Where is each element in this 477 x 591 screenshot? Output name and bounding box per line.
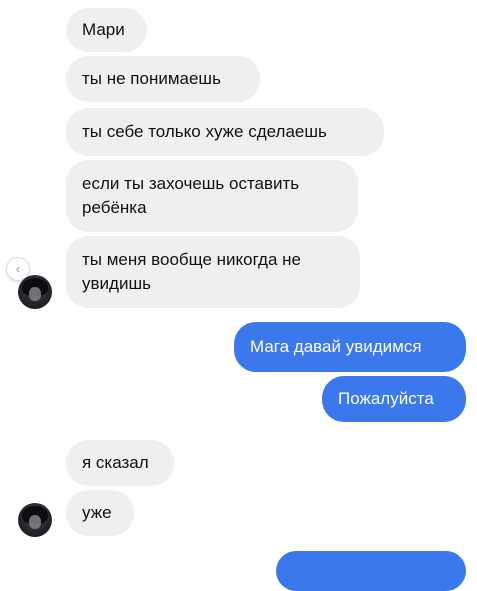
incoming-message[interactable]: если ты захочешь оставить ребёнка xyxy=(66,160,358,232)
outgoing-message[interactable]: Мага давай увидимся xyxy=(234,322,466,372)
avatar-icon[interactable] xyxy=(18,275,52,309)
incoming-message[interactable]: ты себе только хуже сделаешь xyxy=(66,108,384,156)
chat-thread: ‹ Мари ты не понимаешь ты себе только ху… xyxy=(0,0,477,591)
incoming-message[interactable]: я сказал xyxy=(66,440,174,486)
incoming-message[interactable]: ты не понимаешь xyxy=(66,56,260,102)
incoming-message[interactable]: Мари xyxy=(66,8,147,52)
incoming-message[interactable]: ты меня вообще никогда не увидишь xyxy=(66,236,360,308)
avatar-icon[interactable] xyxy=(18,503,52,537)
outgoing-message[interactable]: Пожалуйста xyxy=(322,376,466,422)
incoming-message[interactable]: уже xyxy=(66,490,134,536)
outgoing-message-partial[interactable] xyxy=(276,551,466,591)
